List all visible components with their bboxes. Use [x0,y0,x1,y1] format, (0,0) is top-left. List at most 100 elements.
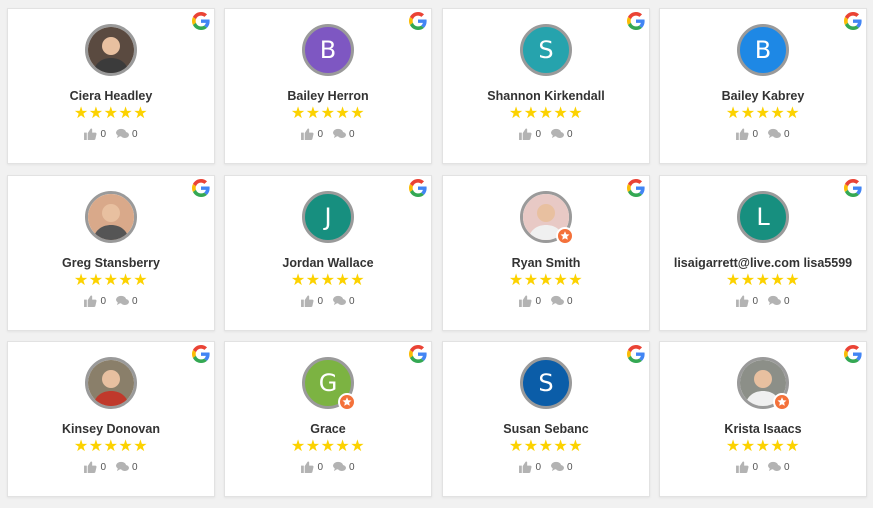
comment-button[interactable]: 0 [551,128,573,140]
thumbs-up-icon [736,295,749,307]
google-icon [627,12,645,30]
comment-button[interactable]: 0 [768,128,790,140]
avatar[interactable] [85,357,137,409]
like-button[interactable]: 0 [84,128,106,140]
like-button[interactable]: 0 [736,128,758,140]
comment-button[interactable]: 0 [333,128,355,140]
reviewer-name[interactable]: Krista Isaacs [660,422,866,436]
reviewer-name[interactable]: Grace [225,422,431,436]
avatar[interactable]: G [302,357,356,411]
avatar[interactable] [85,191,137,243]
comment-button[interactable]: 0 [116,295,138,307]
thumbs-up-icon [519,461,532,473]
comment-button[interactable]: 0 [768,461,790,473]
review-card[interactable]: Greg Stansberry ★★★★★ 0 0 [7,175,215,331]
review-meta: 00 [660,295,866,307]
avatar[interactable]: J [302,191,354,243]
comment-count: 0 [132,295,138,307]
avatar[interactable]: L [737,191,789,243]
reviewer-name[interactable]: Susan Sebanc [443,422,649,436]
like-button[interactable]: 0 [84,461,106,473]
local-guide-badge-icon [773,393,791,411]
avatar[interactable]: B [737,24,789,76]
avatar-photo [85,24,137,76]
review-meta: 00 [225,461,431,473]
review-card[interactable]: Krista Isaacs ★★★★★ 0 0 [659,341,867,497]
like-button[interactable]: 0 [519,461,541,473]
reviewer-name[interactable]: Bailey Kabrey [660,89,866,103]
like-count: 0 [317,461,323,473]
comment-count: 0 [349,295,355,307]
review-card[interactable]: B Bailey Kabrey ★★★★★ 0 0 [659,8,867,164]
review-meta: 00 [443,295,649,307]
comment-icon [768,295,781,307]
review-card[interactable]: Ryan Smith ★★★★★ 0 0 [442,175,650,331]
reviewer-name[interactable]: Jordan Wallace [225,256,431,270]
thumbs-up-icon [301,461,314,473]
review-card[interactable]: S Shannon Kirkendall ★★★★★ 0 0 [442,8,650,164]
review-card[interactable]: Kinsey Donovan ★★★★★ 0 0 [7,341,215,497]
comment-icon [333,295,346,307]
review-meta: 00 [8,128,214,140]
google-icon [409,345,427,363]
thumbs-up-icon [84,128,97,140]
reviews-grid: Ciera Headley ★★★★★ 0 0 B Bailey Herron ★★★★★ 0… [0,0,873,508]
reviewer-name[interactable]: Greg Stansberry [8,256,214,270]
comment-count: 0 [784,295,790,307]
comment-count: 0 [132,461,138,473]
star-rating: ★★★★★ [290,103,366,122]
comment-count: 0 [567,461,573,473]
reviewer-name[interactable]: Shannon Kirkendall [443,89,649,103]
comment-count: 0 [784,128,790,140]
avatar-initial: S [520,24,572,76]
reviewer-name[interactable]: Ryan Smith [443,256,649,270]
like-button[interactable]: 0 [736,295,758,307]
like-button[interactable]: 0 [301,461,323,473]
avatar[interactable]: S [520,24,572,76]
review-card[interactable]: G Grace ★★★★★ 0 0 [224,341,432,497]
google-icon [844,179,862,197]
like-button[interactable]: 0 [301,295,323,307]
like-count: 0 [752,461,758,473]
star-rating: ★★★★★ [508,270,584,289]
reviewer-name[interactable]: Bailey Herron [225,89,431,103]
comment-button[interactable]: 0 [333,295,355,307]
reviewer-name[interactable]: Ciera Headley [8,89,214,103]
comment-button[interactable]: 0 [116,461,138,473]
review-card[interactable]: S Susan Sebanc ★★★★★ 0 0 [442,341,650,497]
review-card[interactable]: Ciera Headley ★★★★★ 0 0 [7,8,215,164]
comment-button[interactable]: 0 [116,128,138,140]
review-meta: 00 [443,128,649,140]
google-icon [627,179,645,197]
star-rating: ★★★★★ [73,436,149,455]
like-button[interactable]: 0 [736,461,758,473]
comment-button[interactable]: 0 [551,295,573,307]
review-card[interactable]: B Bailey Herron ★★★★★ 0 0 [224,8,432,164]
reviewer-name[interactable]: lisaigarrett@live.com lisa5599 [660,256,866,270]
comment-count: 0 [784,461,790,473]
local-guide-badge-icon [338,393,356,411]
comment-button[interactable]: 0 [551,461,573,473]
comment-icon [116,295,129,307]
review-meta: 00 [443,461,649,473]
star-rating: ★★★★★ [290,436,366,455]
review-card[interactable]: Llisaigarrett@live.com lisa5599 ★★★★★ 0 0 [659,175,867,331]
like-button[interactable]: 0 [519,295,541,307]
reviewer-name[interactable]: Kinsey Donovan [8,422,214,436]
like-count: 0 [317,295,323,307]
like-count: 0 [535,295,541,307]
avatar[interactable] [85,24,137,76]
review-card[interactable]: J Jordan Wallace ★★★★★ 0 0 [224,175,432,331]
comment-button[interactable]: 0 [333,461,355,473]
like-button[interactable]: 0 [84,295,106,307]
comment-button[interactable]: 0 [768,295,790,307]
avatar[interactable]: S [520,357,572,409]
avatar[interactable]: B [302,24,354,76]
thumbs-up-icon [736,128,749,140]
like-button[interactable]: 0 [519,128,541,140]
avatar[interactable] [737,357,791,411]
avatar[interactable] [520,191,574,245]
like-button[interactable]: 0 [301,128,323,140]
google-icon [192,12,210,30]
thumbs-up-icon [301,295,314,307]
